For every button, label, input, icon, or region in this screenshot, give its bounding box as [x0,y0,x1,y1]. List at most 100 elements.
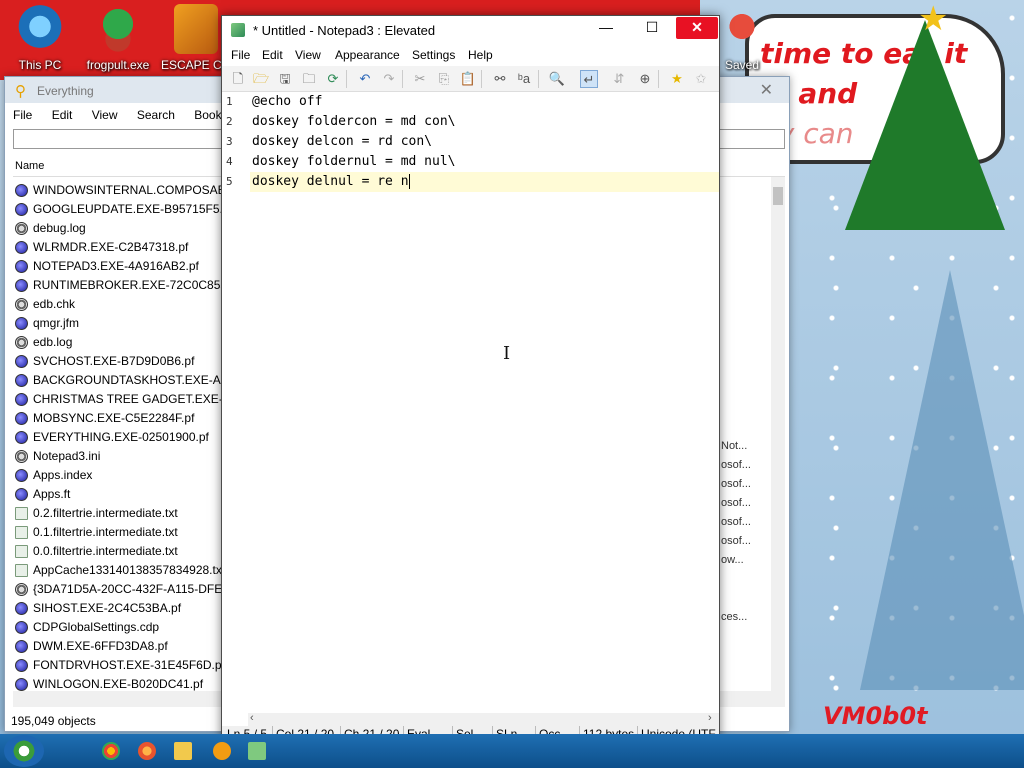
list-item[interactable]: BACKGROUNDTASKHOST.EXE-A4F5A [13,371,228,390]
desktop-icon-label: frogpult.exe [86,58,150,72]
prefetch-file-icon [15,279,28,292]
list-item[interactable]: CHRISTMAS TREE GADGET.EXE-BED [13,390,228,409]
replace-icon[interactable]: ᵇa [515,70,533,88]
word-wrap-icon[interactable]: ↵ [580,70,598,88]
line-number: 2 [226,115,233,128]
list-item[interactable]: FONTDRVHOST.EXE-31E45F6D.pf [13,656,228,675]
editor-text-area[interactable]: @echo off doskey foldercon = md con\ dos… [250,92,719,714]
file-type-cell: osof... [721,535,751,547]
vertical-scrollbar[interactable] [771,177,785,697]
desktop-icon-this-pc[interactable]: This PC [0,4,80,72]
open-folder-icon[interactable]: 🗁 [252,70,270,88]
list-item[interactable]: NOTEPAD3.EXE-4A916AB2.pf [13,257,228,276]
menu-search[interactable]: Search [137,108,175,122]
list-item[interactable]: MOBSYNC.EXE-C5E2284F.pf [13,409,228,428]
line-number: 3 [226,135,233,148]
editor-line[interactable]: doskey foldercon = md con\ [250,112,719,132]
list-item[interactable]: DWM.EXE-6FFD3DA8.pf [13,637,228,656]
settings-file-icon [15,298,28,311]
list-item[interactable]: {3DA71D5A-20CC-432F-A115-DFE92 [13,580,228,599]
list-item[interactable]: RUNTIMEBROKER.EXE-72C0C855.pf [13,276,228,295]
editor-line[interactable]: doskey foldernul = md nul\ [250,152,719,172]
list-item[interactable]: edb.chk [13,295,228,314]
notepad3-window[interactable]: * Untitled - Notepad3 : Elevated — ☐ ✕ F… [221,15,720,742]
menu-appearance[interactable]: Appearance [335,48,400,62]
menu-view[interactable]: View [92,108,118,122]
list-item[interactable]: Apps.index [13,466,228,485]
file-name: qmgr.jfm [33,316,80,330]
notepad3-taskbar-icon[interactable] [248,742,266,760]
desktop-icon-frogpult[interactable]: frogpult.exe [78,4,158,72]
list-item[interactable]: SIHOST.EXE-2C4C53BA.pf [13,599,228,618]
redo-icon[interactable]: ↷ [380,70,398,88]
editor-line[interactable]: doskey delcon = rd con\ [250,132,719,152]
christmas-tree-gadget[interactable] [845,20,1005,230]
everything-taskbar-icon[interactable] [213,742,231,760]
prefetch-file-icon [15,374,28,387]
text-cursor-icon: I [503,343,511,364]
list-item[interactable]: WINDOWSINTERNAL.COMPOSABLE [13,181,228,200]
notepad3-titlebar[interactable]: * Untitled - Notepad3 : Elevated — ☐ ✕ [222,16,719,44]
file-explorer-icon[interactable] [174,742,192,760]
list-item[interactable]: qmgr.jfm [13,314,228,333]
prefetch-file-icon [15,602,28,615]
file-type-cell [721,570,771,589]
scrollbar-thumb[interactable] [773,187,783,205]
game-icon [174,4,218,54]
list-item[interactable]: SVCHOST.EXE-B7D9D0B6.pf [13,352,228,371]
list-item[interactable]: Apps.ft [13,485,228,504]
text-file-icon [15,545,28,558]
file-name: DWM.EXE-6FFD3DA8.pf [33,639,168,653]
horizontal-scrollbar[interactable]: ‹ › [248,712,719,727]
file-name: 0.2.filtertrie.intermediate.txt [33,506,178,520]
scroll-left-icon[interactable]: ‹ [250,712,254,724]
prefetch-file-icon [15,260,28,273]
settings-file-icon [15,336,28,349]
menu-settings[interactable]: Settings [412,48,455,62]
list-item[interactable]: EVERYTHING.EXE-02501900.pf [13,428,228,447]
list-item[interactable]: 0.1.filtertrie.intermediate.txt [13,523,228,542]
list-item[interactable]: Notepad3.ini [13,447,228,466]
save-icon[interactable]: 🖫 [276,70,294,88]
save-as-icon[interactable]: 🗀 [300,70,318,88]
list-item[interactable]: CDPGlobalSettings.cdp [13,618,228,637]
list-item[interactable]: 0.0.filtertrie.intermediate.txt [13,542,228,561]
list-item[interactable]: debug.log [13,219,228,238]
menu-help[interactable]: Help [468,48,493,62]
editor-line[interactable]: @echo off [250,92,719,112]
close-icon[interactable]: ✕ [760,80,773,100]
menu-view[interactable]: View [295,48,321,62]
refresh-icon[interactable]: ⟳ [324,70,342,88]
list-item[interactable]: AppCache133140138357834928.txt [13,561,228,580]
menu-edit[interactable]: Edit [52,108,73,122]
copy-icon[interactable]: ⎘ [435,70,453,88]
list-item[interactable]: GOOGLEUPDATE.EXE-B95715F5.pf [13,200,228,219]
undo-icon[interactable]: ↶ [356,70,374,88]
zoom-icon[interactable]: 🔍 [548,70,566,88]
new-file-icon[interactable]: 🗋 [229,70,247,88]
start-button[interactable] [4,735,44,767]
cut-icon[interactable]: ✂ [411,70,429,88]
favorites-icon[interactable]: ★ [668,70,686,88]
scroll-right-icon[interactable]: › [708,712,712,724]
find-icon[interactable]: ⚯ [491,70,509,88]
menu-file[interactable]: File [231,48,250,62]
firefox-icon[interactable] [138,742,156,760]
close-button[interactable]: ✕ [676,17,718,39]
menu-file[interactable]: File [13,108,32,122]
zoom-in-icon[interactable]: ⊕ [636,70,654,88]
scheme-icon[interactable]: ⇵ [610,70,628,88]
editor-current-line[interactable]: doskey delnul = re n [250,172,719,192]
add-favorite-icon[interactable]: ✩ [692,70,710,88]
prefetch-file-icon [15,317,28,330]
list-item[interactable]: edb.log [13,333,228,352]
paste-icon[interactable]: 📋 [459,70,477,88]
list-item[interactable]: WLRMDR.EXE-C2B47318.pf [13,238,228,257]
chrome-icon[interactable] [102,742,120,760]
list-item[interactable]: 0.2.filtertrie.intermediate.txt [13,504,228,523]
everything-title: Everything [37,84,94,98]
menu-edit[interactable]: Edit [262,48,283,62]
file-name: RUNTIMEBROKER.EXE-72C0C855.pf [33,278,228,292]
minimize-button[interactable]: — [584,17,628,39]
maximize-button[interactable]: ☐ [630,17,674,39]
